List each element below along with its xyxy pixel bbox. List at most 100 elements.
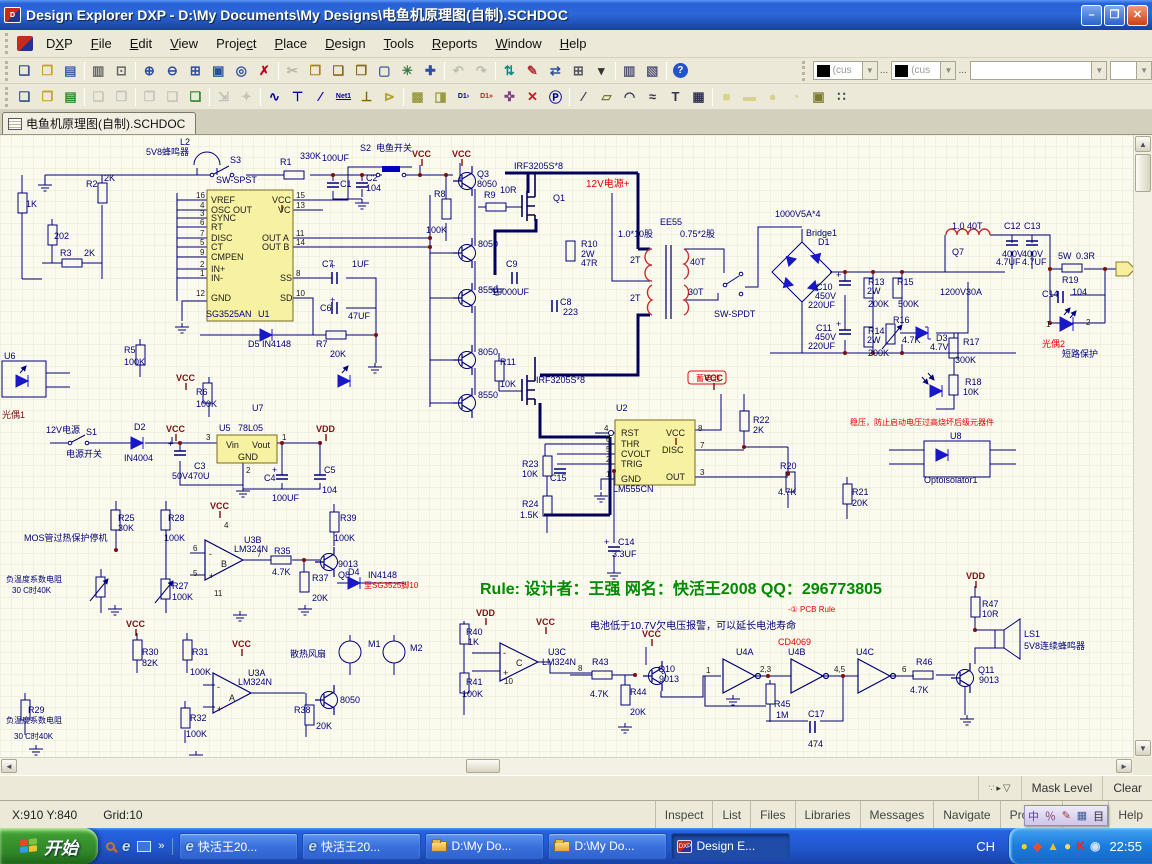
color-browse-2[interactable]: ... xyxy=(958,65,966,76)
doc-tool-1-button[interactable]: ❏ xyxy=(87,86,110,108)
grid-settings-button[interactable]: ⊞ xyxy=(567,60,590,82)
place-bus-button[interactable]: ⊤ xyxy=(286,86,309,108)
new-blank-document-button[interactable]: ❏ xyxy=(13,86,36,108)
place-sheet-entry-button[interactable]: ◨ xyxy=(429,86,452,108)
paste-array-tool-button[interactable]: ∷ xyxy=(830,86,853,108)
save-document-button[interactable]: ▤ xyxy=(59,60,82,82)
schematic-editor-area[interactable]: L25V8蜂鸣器S3SW-SPSTR1330K100UFC1C2104S2电鱼开… xyxy=(0,135,1152,775)
new-document-button[interactable]: ❏ xyxy=(13,60,36,82)
title-bar[interactable]: D Design Explorer DXP - D:\My Documents\… xyxy=(0,0,1152,30)
place-no-erc-button[interactable]: ✕ xyxy=(521,86,544,108)
scroll-up-arrow[interactable]: ▲ xyxy=(1135,136,1151,152)
draw-pie-button[interactable]: ◔ xyxy=(784,86,807,108)
place-bus-entry-button[interactable]: ∕ xyxy=(309,86,332,108)
quick-launch-overflow-chevron[interactable]: » xyxy=(158,840,164,852)
tray-icon-3[interactable]: ● xyxy=(1064,840,1071,852)
push-switch-s2[interactable] xyxy=(382,166,400,172)
taskbar-window-2[interactable]: D:\My Do... xyxy=(425,833,544,860)
browse-library-button[interactable]: ▥ xyxy=(618,60,641,82)
panel-tab-files[interactable]: Files xyxy=(750,801,794,828)
zoom-document-button[interactable]: ▣ xyxy=(207,60,230,82)
fabrication-tools-button[interactable]: ✦ xyxy=(235,86,258,108)
restore-button[interactable]: ❐ xyxy=(1104,5,1125,26)
langbar-icon-1[interactable]: ％ xyxy=(1045,808,1056,824)
wizard-pen-button[interactable]: ✎ xyxy=(521,60,544,82)
menu-item-help[interactable]: Help xyxy=(551,32,596,55)
draw-line-button[interactable]: ∕ xyxy=(572,86,595,108)
browse-library-alt-button[interactable]: ▧ xyxy=(641,60,664,82)
scale-combo[interactable]: ▼ xyxy=(1110,61,1152,80)
filter-tool-button[interactable]: ∵▸▽ xyxy=(978,776,1021,800)
tray-icon-4[interactable]: K xyxy=(1076,840,1085,852)
search-quick-icon[interactable] xyxy=(106,842,115,851)
langbar-icon-2[interactable]: ✎ xyxy=(1062,809,1071,822)
print-button[interactable]: ▥ xyxy=(87,60,110,82)
filter-combo-arrow[interactable]: ▼ xyxy=(1091,62,1106,79)
dxp-menu-icon[interactable] xyxy=(17,36,33,51)
undo-button[interactable]: ↶ xyxy=(447,60,470,82)
color-toolbar-grip[interactable] xyxy=(802,61,807,81)
menu-item-tools[interactable]: Tools xyxy=(375,32,423,55)
langbar-icon-0[interactable]: 中 xyxy=(1028,808,1039,824)
start-button[interactable]: 开始 xyxy=(0,828,98,864)
scroll-left-arrow[interactable]: ◄ xyxy=(1,759,17,773)
color-combo-2[interactable]: (cus▼ xyxy=(891,61,956,80)
ie-quick-icon[interactable]: e xyxy=(122,838,130,855)
tray-icon-5[interactable]: ◉ xyxy=(1090,840,1100,852)
doc-tool-4-button[interactable]: ❏ xyxy=(161,86,184,108)
panel-tab-libraries[interactable]: Libraries xyxy=(795,801,860,828)
cut-button[interactable]: ✂ xyxy=(281,60,304,82)
place-net-label-button[interactable]: Net1 xyxy=(332,86,355,108)
dxp-app-icon[interactable]: D xyxy=(4,7,21,23)
place-wire-button[interactable]: ∿ xyxy=(263,86,286,108)
panel-tab-list[interactable]: List xyxy=(712,801,750,828)
deselect-all-button[interactable]: ✳ xyxy=(396,60,419,82)
vertical-scroll-thumb[interactable] xyxy=(1135,154,1151,192)
zoom-area-button[interactable]: ⊞ xyxy=(184,60,207,82)
draw-round-rectangle-button[interactable]: ▬ xyxy=(738,86,761,108)
place-offsheet-connector-button[interactable]: D1» xyxy=(475,86,498,108)
doc-green-button[interactable]: ❏ xyxy=(184,86,207,108)
place-probe-button[interactable]: ✜ xyxy=(498,86,521,108)
increment-button[interactable]: ⇄ xyxy=(544,60,567,82)
draw-bezier-button[interactable]: ≈ xyxy=(641,86,664,108)
mask-level-button[interactable]: Mask Level xyxy=(1021,776,1103,800)
place-image-button[interactable]: ▣ xyxy=(807,86,830,108)
color-combo-1[interactable]: (cus▼ xyxy=(813,61,878,80)
paste-array-button[interactable]: ❒ xyxy=(350,60,373,82)
panel-tab-messages[interactable]: Messages xyxy=(860,801,934,828)
panel-tab-inspect[interactable]: Inspect xyxy=(655,801,713,828)
horizontal-scroll-thumb[interactable] xyxy=(466,759,500,773)
menu-item-design[interactable]: Design xyxy=(316,32,374,55)
language-bar[interactable]: 中 ％ ✎ ▦ 目 xyxy=(1024,805,1108,826)
menu-item-view[interactable]: View xyxy=(161,32,207,55)
taskbar-window-1[interactable]: e快活王20... xyxy=(302,833,421,860)
zoom-selected-button[interactable]: ◎ xyxy=(230,60,253,82)
print-preview-button[interactable]: ⊡ xyxy=(110,60,133,82)
scale-combo-arrow[interactable]: ▼ xyxy=(1136,62,1151,79)
combo-1-arrow[interactable]: ▼ xyxy=(862,62,877,79)
minimize-button[interactable]: – xyxy=(1081,5,1102,26)
combo-2-arrow[interactable]: ▼ xyxy=(940,62,955,79)
tray-icon-1[interactable]: ◆ xyxy=(1033,840,1042,852)
save-all-button[interactable]: ▤ xyxy=(59,86,82,108)
help-button[interactable]: ? xyxy=(669,60,692,82)
scroll-right-arrow[interactable]: ► xyxy=(1116,759,1132,773)
menu-grip-handle[interactable] xyxy=(5,33,10,55)
place-gnd-power-port-button[interactable]: ⊥ xyxy=(355,86,378,108)
menu-item-dxp[interactable]: DXP xyxy=(37,32,82,55)
select-area-button[interactable]: ▢ xyxy=(373,60,396,82)
horizontal-scrollbar[interactable]: ◄ ► xyxy=(0,757,1133,775)
langbar-icon-3[interactable]: ▦ xyxy=(1077,809,1087,822)
langbar-icon-4[interactable]: 目 xyxy=(1093,808,1104,824)
color-browse-1[interactable]: ... xyxy=(880,65,888,76)
menu-item-window[interactable]: Window xyxy=(486,32,550,55)
zoom-out-button[interactable]: ⊖ xyxy=(161,60,184,82)
sort-updown-button[interactable]: ⇅ xyxy=(498,60,521,82)
tray-icon-2[interactable]: ▲ xyxy=(1047,840,1059,852)
redo-button[interactable]: ↷ xyxy=(470,60,493,82)
menu-item-file[interactable]: File xyxy=(82,32,121,55)
filter-combo[interactable]: ▼ xyxy=(970,61,1108,80)
menu-item-reports[interactable]: Reports xyxy=(423,32,487,55)
import-tool-button[interactable]: ⇲ xyxy=(212,86,235,108)
